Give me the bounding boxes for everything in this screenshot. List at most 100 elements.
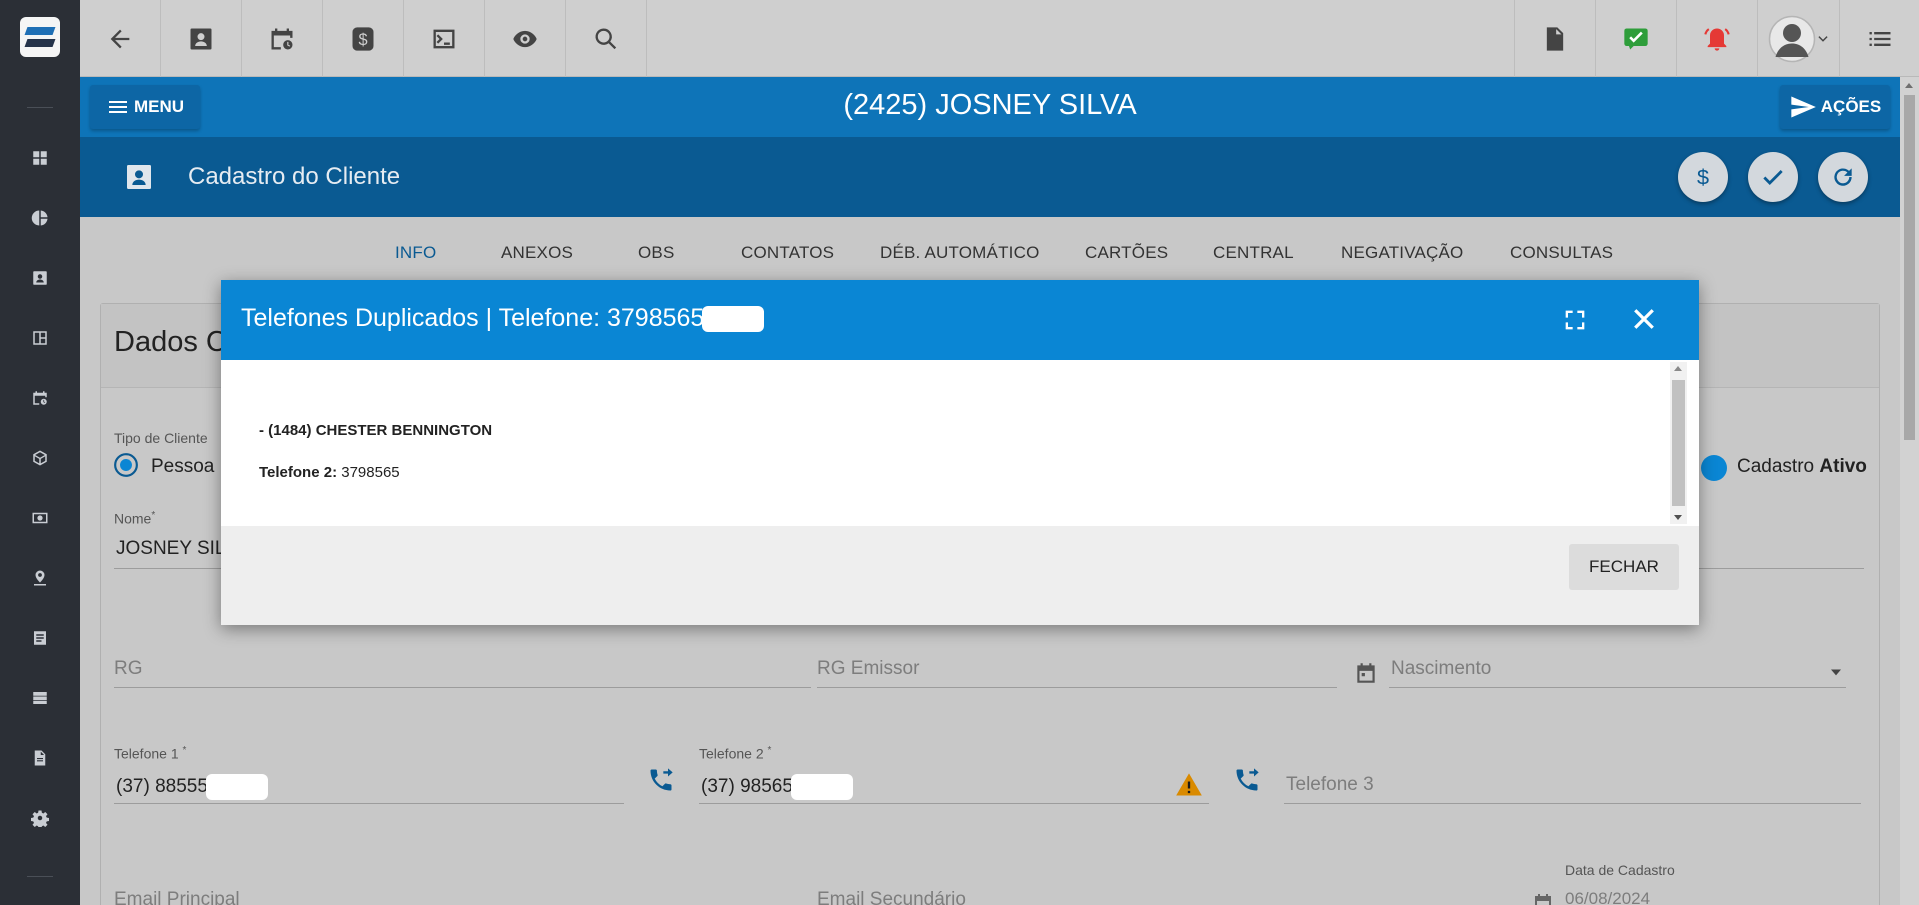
- back-button[interactable]: [80, 0, 161, 77]
- cadastro-toggle[interactable]: [1701, 455, 1727, 481]
- telefone3-field[interactable]: Telefone 3: [1286, 774, 1374, 796]
- app-logo[interactable]: [20, 17, 60, 57]
- dollar-icon: $: [1697, 165, 1709, 190]
- dashboard-icon[interactable]: [30, 148, 50, 168]
- page-scrollbar[interactable]: [1900, 77, 1919, 905]
- search-button[interactable]: [566, 0, 647, 77]
- telefone2-field[interactable]: (37) 98565: [701, 774, 853, 800]
- avatar: [1768, 15, 1815, 62]
- dollar-icon: $: [352, 26, 374, 51]
- list-document-icon[interactable]: [30, 628, 50, 648]
- actions-label: AÇÕES: [1820, 97, 1882, 116]
- terminal-button[interactable]: [404, 0, 485, 77]
- svg-text:$: $: [1697, 165, 1709, 190]
- client-card-button[interactable]: [161, 0, 242, 77]
- tipo-cliente-label: Tipo de Cliente: [114, 430, 208, 446]
- send-icon: [1791, 96, 1816, 118]
- svg-text:$: $: [358, 30, 367, 48]
- telefone1-label: Telefone 1 *: [114, 745, 187, 762]
- pdf-icon: [1546, 26, 1564, 51]
- schedule-button[interactable]: [242, 0, 323, 77]
- duplicate-client-phone: Telefone 2: 3798565: [259, 464, 400, 481]
- calendar-clock-icon: [271, 28, 293, 49]
- nome-field[interactable]: JOSNEY SIL: [116, 538, 225, 560]
- terminal-icon: [433, 29, 455, 48]
- dialog-footer: FECHAR: [221, 526, 1699, 625]
- contact-card-icon: [190, 28, 212, 49]
- rg-emissor-field[interactable]: RG Emissor: [817, 658, 919, 680]
- tipo-cliente-value[interactable]: Pessoa: [151, 456, 214, 478]
- close-button[interactable]: FECHAR: [1569, 544, 1679, 590]
- dialog-scrollbar[interactable]: [1670, 362, 1687, 524]
- money-icon[interactable]: [30, 508, 50, 528]
- redacted-mask: [205, 774, 268, 800]
- warning-icon[interactable]: [1175, 771, 1203, 799]
- alarm-bell-icon: [1704, 27, 1730, 51]
- file-icon[interactable]: [30, 748, 50, 768]
- page-title: Cadastro do Cliente: [188, 163, 401, 190]
- refresh-icon: [1834, 168, 1852, 186]
- left-sidebar: [0, 0, 80, 905]
- search-icon: [595, 28, 617, 49]
- client-name-title: (2425) JOSNEY SILVA: [843, 89, 1137, 121]
- phone-forward-icon[interactable]: [1233, 766, 1261, 794]
- duplicate-client-name: - (1484) CHESTER BENNINGTON: [259, 422, 493, 439]
- tab-deb-automatico[interactable]: DÉB. AUTOMÁTICO: [880, 243, 1040, 263]
- nome-label: Nome*: [114, 510, 156, 527]
- tab-cartoes[interactable]: CARTÕES: [1085, 243, 1168, 263]
- contact-card-icon[interactable]: [30, 268, 50, 288]
- alerts-button[interactable]: [1676, 0, 1757, 77]
- pdf-button[interactable]: [1514, 0, 1595, 77]
- top-toolbar: $: [80, 0, 1919, 77]
- server-icon[interactable]: [30, 688, 50, 708]
- tab-contatos[interactable]: CONTATOS: [741, 243, 834, 263]
- contact-card-icon: [127, 165, 151, 189]
- fullscreen-icon[interactable]: [1561, 306, 1589, 334]
- tab-central[interactable]: CENTRAL: [1213, 243, 1294, 263]
- duplicate-phones-dialog: Telefones Duplicados | Telefone: 3798565…: [221, 280, 1699, 625]
- pie-chart-icon[interactable]: [30, 208, 50, 228]
- gear-icon[interactable]: [30, 808, 50, 828]
- refresh-round-button[interactable]: [1818, 152, 1868, 202]
- tab-obs[interactable]: OBS: [638, 243, 675, 263]
- board-icon[interactable]: [30, 328, 50, 348]
- finance-button[interactable]: $: [323, 0, 404, 77]
- financial-round-button[interactable]: $: [1678, 152, 1728, 202]
- tab-anexos[interactable]: ANEXOS: [501, 243, 573, 263]
- tab-negativacao[interactable]: NEGATIVAÇÃO: [1341, 243, 1463, 263]
- phone-forward-icon[interactable]: [647, 766, 675, 794]
- client-header-bar: MENU (2425) JOSNEY SILVA AÇÕES: [80, 77, 1900, 137]
- dialog-body: - (1484) CHESTER BENNINGTON Telefone 2: …: [221, 360, 1699, 526]
- dropdown-arrow-icon[interactable]: [1826, 662, 1846, 682]
- actions-button[interactable]: AÇÕES: [1780, 85, 1890, 129]
- calendar-clock-icon[interactable]: [30, 388, 50, 408]
- calendar-icon: [1535, 894, 1551, 905]
- telefone2-label: Telefone 2 *: [699, 745, 772, 762]
- tasks-button[interactable]: [1595, 0, 1676, 77]
- nascimento-field[interactable]: Nascimento: [1391, 658, 1491, 680]
- tab-info[interactable]: INFO: [395, 243, 436, 263]
- close-icon[interactable]: [1629, 304, 1659, 334]
- telefone1-field[interactable]: (37) 88555: [116, 774, 268, 800]
- list-icon: [1869, 31, 1890, 46]
- save-round-button[interactable]: [1748, 152, 1798, 202]
- menu-list-button[interactable]: [1839, 0, 1919, 77]
- page-header: Cadastro do Cliente $: [80, 137, 1900, 217]
- email-secundario-field[interactable]: Email Secundário: [817, 889, 966, 905]
- email-principal-field[interactable]: Email Principal: [114, 889, 240, 905]
- checkmark-icon: [1763, 170, 1783, 185]
- rg-field[interactable]: RG: [114, 658, 143, 680]
- box-icon[interactable]: [30, 448, 50, 468]
- radio-selected-icon[interactable]: [113, 452, 139, 478]
- panel-title: Dados C: [114, 326, 227, 358]
- tab-consultas[interactable]: CONSULTAS: [1510, 243, 1613, 263]
- user-menu-button[interactable]: [1757, 0, 1839, 77]
- calendar-icon[interactable]: [1353, 660, 1379, 686]
- dialog-header: Telefones Duplicados | Telefone: 3798565: [221, 280, 1699, 360]
- check-message-icon: [1624, 28, 1648, 49]
- cadastro-status: Cadastro Ativo: [1737, 456, 1867, 477]
- eye-icon: [513, 30, 537, 47]
- location-icon[interactable]: [30, 568, 50, 588]
- view-button[interactable]: [485, 0, 566, 77]
- tab-bar: INFO ANEXOS OBS CONTATOS DÉB. AUTOMÁTICO…: [80, 217, 1900, 287]
